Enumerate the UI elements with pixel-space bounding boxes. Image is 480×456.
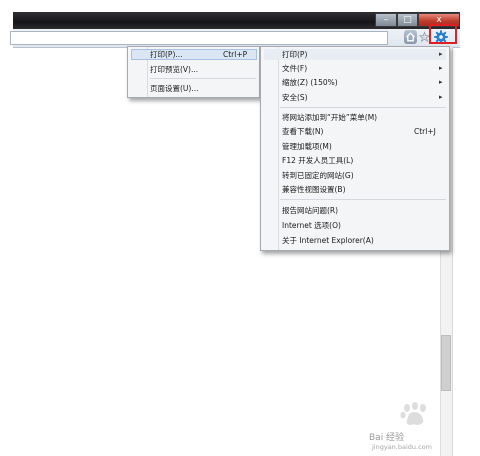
submenu-item-shortcut: Ctrl+P: [223, 50, 248, 59]
highlight-box: [429, 24, 457, 44]
menu-item-label: 转到已固定的网站(G): [282, 171, 354, 180]
minimize-icon: –: [383, 15, 389, 25]
submenu-arrow-icon: ▸: [439, 93, 443, 101]
menu-item-label: F12 开发人员工具(L): [282, 156, 354, 165]
menu-separator: [280, 107, 446, 108]
menu-item-label: 报告网站问题(R): [282, 206, 339, 215]
menu-item-label: 关于 Internet Explorer(A): [282, 236, 374, 245]
maximize-button[interactable]: □: [397, 13, 418, 27]
menu-item-label: Internet 选项(O): [282, 221, 341, 230]
maximize-icon: □: [403, 15, 412, 25]
menu-item-label: 查看下载(N): [282, 127, 324, 136]
minimize-button[interactable]: –: [375, 13, 397, 27]
address-input[interactable]: [10, 31, 388, 45]
menu-item-label: 兼容性视图设置(B): [282, 185, 346, 194]
menu-item-label: 管理加载项(M): [282, 142, 332, 151]
menu-gutter: [278, 47, 279, 250]
submenu-item-label: 打印(P)...: [150, 50, 183, 59]
menu-item-label: 文件(F): [282, 64, 308, 73]
watermark-url: jingyan.baidu.com: [372, 443, 432, 451]
watermark-text: Bai 经验: [369, 433, 405, 443]
submenu-item-label: 页面设置(U)...: [150, 84, 199, 93]
menu-item-label: 打印(P): [282, 50, 308, 59]
submenu-separator: [150, 78, 256, 79]
home-icon: [406, 32, 415, 42]
menu-item-shortcut: Ctrl+J: [414, 127, 436, 136]
menu-item-label: 安全(S): [282, 93, 308, 102]
submenu-item-label: 打印预览(V)...: [150, 65, 199, 74]
submenu-arrow-icon: ▸: [439, 64, 443, 72]
menu-separator: [280, 199, 446, 200]
window-edge: [452, 47, 453, 456]
menu-item-label: 将网站添加到“开始”菜单(M): [282, 113, 378, 122]
submenu-arrow-icon: ▸: [439, 50, 443, 58]
menu-item-label: 缩放(Z) (150%): [282, 78, 338, 87]
submenu-arrow-icon: ▸: [439, 78, 443, 86]
scrollbar-thumb[interactable]: [441, 335, 451, 391]
home-button[interactable]: [404, 30, 417, 44]
